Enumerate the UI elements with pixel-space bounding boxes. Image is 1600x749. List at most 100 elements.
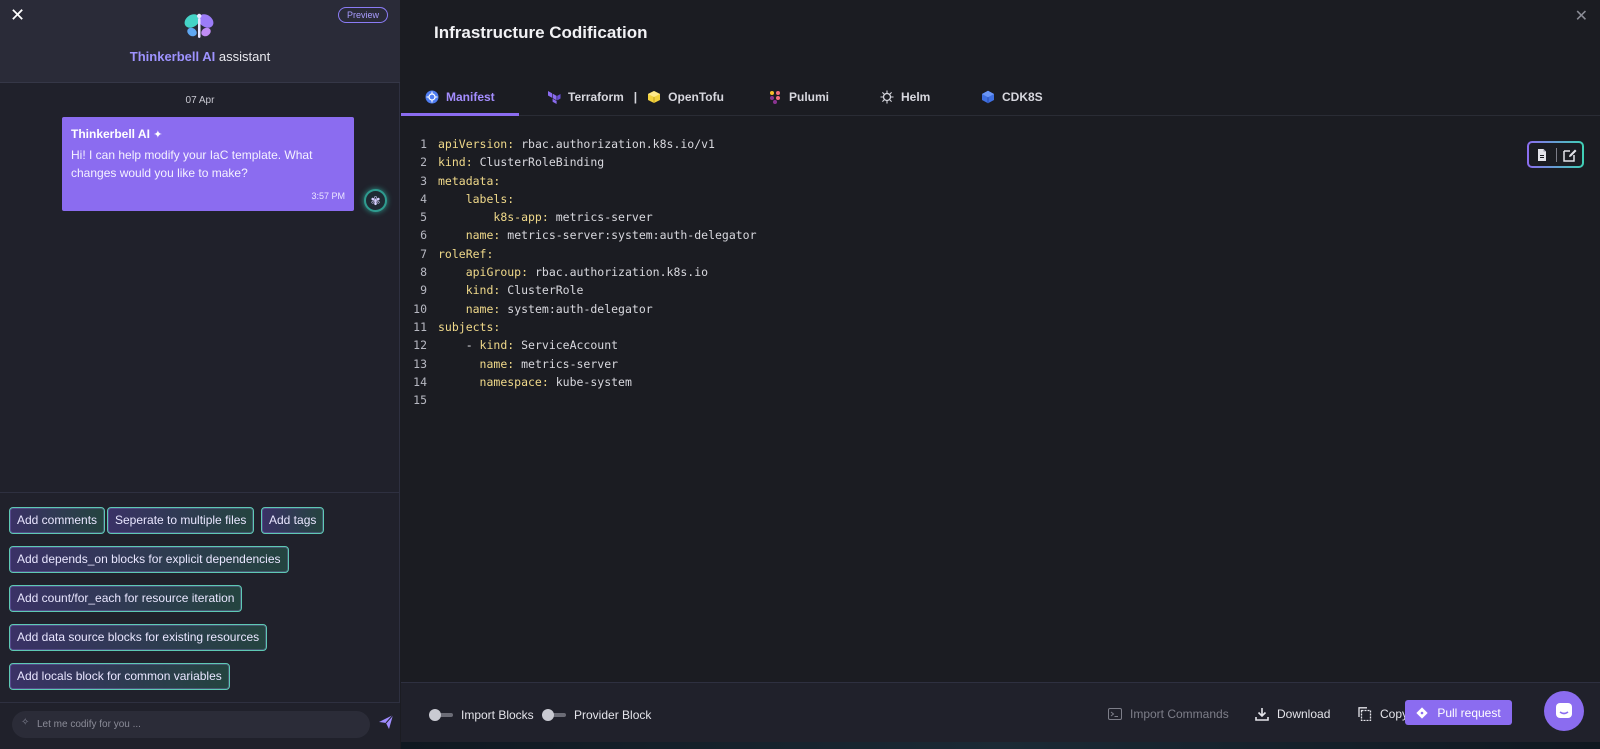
helm-icon xyxy=(880,90,894,104)
copy-button[interactable]: Copy xyxy=(1358,705,1408,723)
code-editor[interactable]: 1 apiVersion: rbac.authorization.k8s.io/v… xyxy=(401,135,1600,409)
yaml-key: apiGroup xyxy=(465,265,522,280)
line-number: 9 xyxy=(420,283,427,298)
tab-manifest[interactable]: Manifest xyxy=(425,78,495,116)
pulumi-icon xyxy=(770,91,780,104)
yaml-key: metadata xyxy=(438,173,494,188)
import-commands-label: Import Commands xyxy=(1130,707,1229,721)
code-line: 1 apiVersion: rbac.authorization.k8s.io/v… xyxy=(401,135,1600,153)
close-icon[interactable]: ✕ xyxy=(10,5,25,26)
yaml-key: roleRef xyxy=(438,246,487,261)
page-title: Infrastructure Codification xyxy=(434,23,648,42)
code-line: 14 namespace: kube-system xyxy=(401,373,1600,391)
bottom-toolbar: Import Blocks Provider Block Import Comm… xyxy=(401,682,1600,749)
code-content: apiGroup: rbac.authorization.k8s.io xyxy=(438,263,708,281)
suggestion-chip[interactable]: Add tags xyxy=(261,507,325,534)
provider-block-toggle[interactable]: Provider Block xyxy=(542,707,651,723)
line-number: 10 xyxy=(413,301,427,316)
yaml-colon: : xyxy=(486,246,494,261)
line-number: 5 xyxy=(420,210,427,225)
code-content: name: metrics-server xyxy=(438,355,619,373)
tab-label: CDK8S xyxy=(1002,90,1043,104)
opentofu-icon xyxy=(648,91,661,103)
message-time: 3:57 PM xyxy=(311,191,345,201)
yaml-key: k8s-app xyxy=(493,210,542,225)
chat-launcher-button[interactable] xyxy=(1544,691,1584,731)
suggestion-chip[interactable]: Add data source blocks for existing reso… xyxy=(9,624,268,651)
tab-cdk8s[interactable]: CDK8S xyxy=(981,78,1043,116)
yaml-key: namespace xyxy=(479,374,542,389)
yaml-colon: : xyxy=(541,210,549,225)
yaml-value: rbac.authorization.k8s.io/v1 xyxy=(521,137,715,151)
yaml-value: ClusterRoleBinding xyxy=(479,155,605,170)
active-tab-indicator xyxy=(401,113,519,116)
suggestion-chip[interactable]: Add comments xyxy=(9,507,106,534)
yaml-value: ClusterRole xyxy=(507,283,584,298)
line-number: 1 xyxy=(420,137,427,151)
yaml-colon: : xyxy=(493,173,501,188)
download-icon xyxy=(1255,708,1269,721)
terminal-icon xyxy=(1108,708,1122,720)
edit-icon[interactable] xyxy=(1562,147,1578,163)
pull-request-button[interactable]: Pull request xyxy=(1405,700,1512,725)
code-line: 5 k8s-app: metrics-server xyxy=(401,208,1600,226)
code-line: 15 xyxy=(401,391,1600,409)
assistant-panel: ✕ Preview Thinkerbell AI assistant 07 Ap… xyxy=(0,0,400,749)
yaml-value: ServiceAccount xyxy=(521,338,619,353)
tab-pulumi[interactable]: Pulumi xyxy=(768,78,829,116)
suggestion-chip[interactable]: Add locals block for common variables xyxy=(9,663,230,690)
magic-sparkle-icon: ✧ xyxy=(21,717,30,728)
line-number: 4 xyxy=(420,191,427,206)
copy-label: Copy xyxy=(1380,707,1409,721)
message-sender: Thinkerbell AI ✦ xyxy=(71,127,345,141)
code-line: 6 name: metrics-server:system:auth-deleg… xyxy=(401,226,1600,244)
yaml-key: kind xyxy=(479,338,508,353)
tab-separator: | xyxy=(633,90,638,104)
code-indent: - xyxy=(438,338,480,353)
pull-request-label: Pull request xyxy=(1437,705,1501,720)
file-icon[interactable] xyxy=(1534,147,1550,163)
tab-helm[interactable]: Helm xyxy=(880,78,930,116)
import-blocks-toggle[interactable]: Import Blocks xyxy=(429,707,534,723)
message-sender-name: Thinkerbell AI xyxy=(71,127,150,141)
code-line: 7 roleRef: xyxy=(401,245,1600,263)
suggestion-chip[interactable]: Add count/for_each for resource iteratio… xyxy=(9,585,243,612)
suggestion-chip[interactable]: Add depends_on blocks for explicit depen… xyxy=(9,546,289,573)
format-tabs: Manifest Terraform | OpenTofu Pulumi Hel… xyxy=(401,78,1600,116)
import-commands-button[interactable]: Import Commands xyxy=(1108,705,1229,723)
code-content: name: metrics-server:system:auth-delegat… xyxy=(438,226,757,244)
code-line: 3 metadata: xyxy=(401,172,1600,190)
suggestion-chip[interactable]: Seperate to multiple files xyxy=(107,507,255,534)
download-button[interactable]: Download xyxy=(1255,705,1330,723)
brand-name: Thinkerbell AI xyxy=(129,49,216,64)
yaml-colon: : xyxy=(521,265,529,280)
toggle-knob xyxy=(429,709,441,721)
yaml-colon: : xyxy=(507,191,515,206)
preview-badge: Preview xyxy=(337,7,388,23)
toggle-track xyxy=(429,709,453,721)
line-number: 12 xyxy=(413,338,427,353)
yaml-key: kind xyxy=(438,155,466,170)
code-content: metadata: xyxy=(438,172,500,190)
send-icon[interactable] xyxy=(378,714,394,730)
yaml-colon: : xyxy=(465,155,473,170)
code-line: 10 name: system:auth-delegator xyxy=(401,300,1600,318)
yaml-key: apiVersion xyxy=(438,137,508,151)
yaml-key: name xyxy=(479,356,508,371)
code-content: - kind: ServiceAccount xyxy=(438,336,618,354)
line-number: 6 xyxy=(420,228,427,243)
sparkle-icon: ✦ xyxy=(153,129,163,141)
message-text: Hi! I can help modify your IaC template.… xyxy=(71,148,313,180)
close-panel-icon[interactable]: ✕ xyxy=(1575,6,1588,25)
code-content: kind: ClusterRoleBinding xyxy=(438,153,604,171)
code-line: 4 labels: xyxy=(401,190,1600,208)
yaml-key: name xyxy=(465,301,494,316)
chat-input[interactable] xyxy=(12,711,370,738)
tab-terraform-opentofu[interactable]: Terraform | OpenTofu xyxy=(547,78,724,116)
kubernetes-icon xyxy=(425,90,439,104)
